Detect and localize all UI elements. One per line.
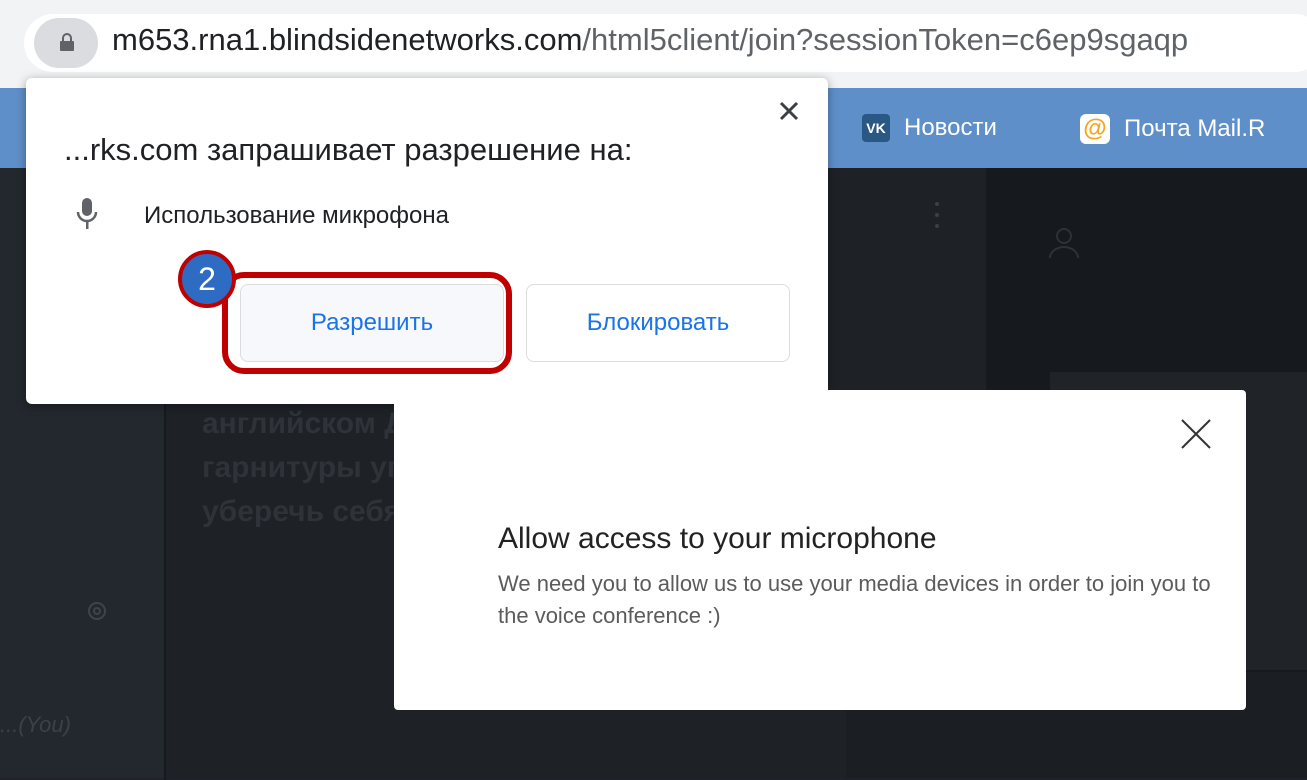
close-icon[interactable] bbox=[778, 100, 800, 122]
modal-title: Allow access to your microphone bbox=[498, 522, 937, 555]
mail-ru-icon: @ bbox=[1080, 114, 1110, 144]
bookmark-vk-news[interactable]: VK Новости bbox=[862, 114, 997, 142]
bookmark-label: Почта Mail.R bbox=[1124, 115, 1266, 142]
more-options-icon[interactable] bbox=[934, 200, 940, 230]
lock-icon bbox=[60, 33, 74, 51]
bookmark-mail-ru[interactable]: @ Почта Mail.R bbox=[1080, 114, 1265, 144]
user-list-item[interactable]: ...(You) bbox=[0, 712, 71, 738]
block-button[interactable]: Блокировать bbox=[526, 284, 790, 362]
bookmark-label: Новости bbox=[904, 114, 997, 141]
user-icon[interactable] bbox=[1044, 222, 1084, 262]
highlight-rectangle bbox=[222, 272, 512, 374]
url-host: m653.rna1.blindsidenetworks.com bbox=[112, 22, 583, 57]
permission-item-microphone: Использование микрофона bbox=[144, 202, 449, 229]
microphone-icon bbox=[76, 198, 98, 229]
gear-icon[interactable] bbox=[84, 598, 110, 624]
microphone-access-modal: Allow access to your microphone We need … bbox=[394, 390, 1246, 710]
modal-description: We need you to allow us to use your medi… bbox=[498, 571, 1211, 628]
site-info-button[interactable] bbox=[34, 18, 98, 68]
permission-title: ...rks.com запрашивает разрешение на: bbox=[64, 132, 633, 167]
step-number-badge: 2 bbox=[178, 250, 236, 308]
url-text[interactable]: m653.rna1.blindsidenetworks.com/html5cli… bbox=[112, 22, 1188, 58]
vk-icon: VK bbox=[862, 114, 890, 142]
close-icon[interactable] bbox=[1176, 414, 1216, 454]
url-path: /html5client/join?sessionToken=c6ep9sgaq… bbox=[582, 22, 1189, 57]
browser-toolbar: m653.rna1.blindsidenetworks.com/html5cli… bbox=[0, 0, 1307, 88]
